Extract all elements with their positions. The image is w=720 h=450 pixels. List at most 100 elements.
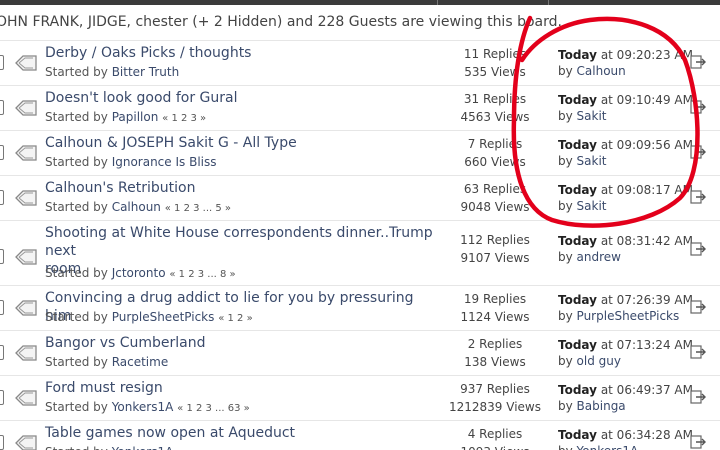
topic-title: Derby / Oaks Picks / thoughts [45, 45, 252, 61]
starter-user-link[interactable]: Yonkers1A [112, 445, 174, 450]
go-to-last-post-icon[interactable] [690, 54, 708, 70]
starter-user-link[interactable]: Calhoun [112, 200, 161, 214]
topic-title-link[interactable]: Doesn't look good for Gural [45, 89, 440, 107]
mark-read-icon[interactable] [0, 100, 4, 115]
started-by-label: Started by [45, 266, 108, 280]
topic-starter: Started by Papillon « 1 2 3 » [45, 110, 206, 124]
page-links[interactable]: « 1 2 3 ... 5 » [165, 203, 231, 214]
topic-stats: 19 Replies 1124 Views [435, 290, 555, 326]
last-post-day: Today [558, 338, 597, 352]
last-post-author: by Sakit [558, 108, 686, 124]
topic-title-link[interactable]: Ford must resign [45, 379, 440, 397]
mark-read-icon[interactable] [0, 55, 4, 70]
topic-title-link[interactable]: Bangor vs Cumberland [45, 334, 440, 352]
topic-stats: 112 Replies 9107 Views [435, 231, 555, 267]
topic-title: Calhoun's Retribution [45, 180, 196, 196]
mark-read-icon[interactable] [0, 190, 4, 205]
table-row: Calhoun & JOSEPH Sakit G - All Type Start… [0, 130, 720, 175]
last-post-day: Today [558, 183, 597, 197]
views-count: 1124 Views [460, 310, 530, 324]
views-count: 9048 Views [460, 200, 530, 214]
last-post-user-link[interactable]: Sakit [577, 199, 607, 213]
by-label: by [558, 64, 573, 78]
last-post-timestamp: at 09:10:49 AM [600, 93, 693, 107]
top-bar-divider [548, 0, 549, 5]
last-post-user-link[interactable]: Babinga [577, 399, 626, 413]
topic-title-link[interactable]: Table games now open at Aqueduct [45, 424, 440, 442]
last-post-time: Today at 09:10:49 AM [558, 92, 693, 108]
last-post-time: Today at 09:09:56 AM [558, 137, 693, 153]
topic-icon [13, 388, 39, 408]
go-to-last-post-icon[interactable] [690, 189, 708, 205]
starter-user-link[interactable]: Racetime [112, 355, 169, 369]
last-post-author: by andrew [558, 249, 686, 265]
topic-stats: 7 Replies 660 Views [435, 135, 555, 171]
last-post-user-link[interactable]: PurpleSheetPicks [577, 309, 680, 323]
board-viewers-line: OHN FRANK, JIDGE, chester (+ 2 Hidden) a… [0, 14, 720, 36]
topic-title-link[interactable]: Calhoun & JOSEPH Sakit G - All Type [45, 134, 440, 152]
mark-read-icon[interactable] [0, 345, 4, 360]
started-by-label: Started by [45, 400, 108, 414]
page-links[interactable]: « 1 2 3 ... 8 » [169, 269, 235, 280]
last-post-user-link[interactable]: old guy [577, 354, 621, 368]
started-by-label: Started by [45, 310, 108, 324]
last-post-timestamp: at 08:31:42 AM [600, 234, 693, 248]
mark-read-icon[interactable] [0, 249, 4, 264]
mark-read-icon[interactable] [0, 390, 4, 405]
page-links[interactable]: « 1 2 » [218, 313, 253, 324]
starter-user-link[interactable]: Papillon [112, 110, 159, 124]
by-label: by [558, 199, 573, 213]
go-to-last-post-icon[interactable] [690, 144, 708, 160]
go-to-last-post-icon[interactable] [690, 344, 708, 360]
last-post-author: by Sakit [558, 153, 686, 169]
last-post-user-link[interactable]: Sakit [577, 154, 607, 168]
table-row: Convincing a drug addict to lie for you … [0, 285, 720, 330]
last-post-day: Today [558, 93, 597, 107]
go-to-last-post-icon[interactable] [690, 389, 708, 405]
starter-user-link[interactable]: Bitter Truth [112, 65, 180, 79]
topic-title-link[interactable]: Calhoun's Retribution [45, 179, 440, 197]
by-label: by [558, 154, 573, 168]
starter-user-link[interactable]: Ignorance Is Bliss [112, 155, 217, 169]
go-to-last-post-icon[interactable] [690, 434, 708, 450]
last-post-time: Today at 09:20:23 AM [558, 47, 693, 63]
page-links[interactable]: « 1 2 3 » [162, 113, 206, 124]
table-row: Bangor vs Cumberland Started by Racetime 2… [0, 330, 720, 375]
topic-starter: Started by Jctoronto « 1 2 3 ... 8 » [45, 266, 236, 280]
table-row: Ford must resign Started by Yonkers1A « 1… [0, 375, 720, 420]
go-to-last-post-icon[interactable] [690, 299, 708, 315]
last-post-user-link[interactable]: Sakit [577, 109, 607, 123]
by-label: by [558, 250, 573, 264]
last-post-day: Today [558, 48, 597, 62]
last-post-user-link[interactable]: andrew [577, 250, 621, 264]
last-post-day: Today [558, 428, 597, 442]
go-to-last-post-icon[interactable] [690, 99, 708, 115]
go-to-last-post-icon[interactable] [690, 241, 708, 257]
views-count: 1093 Views [435, 443, 555, 450]
topic-stats: 63 Replies 9048 Views [435, 180, 555, 216]
topic-icon [13, 433, 39, 450]
starter-user-link[interactable]: Yonkers1A [112, 400, 174, 414]
started-by-label: Started by [45, 155, 108, 169]
last-post-user-link[interactable]: Yonkers1A [577, 444, 639, 450]
topic-icon [13, 143, 39, 163]
mark-read-icon[interactable] [0, 300, 4, 315]
starter-user-link[interactable]: PurpleSheetPicks [112, 310, 215, 324]
last-post-author: by old guy [558, 353, 686, 369]
topic-title: Doesn't look good for Gural [45, 90, 238, 106]
page-links[interactable]: « 1 2 3 ... 63 » [177, 403, 250, 414]
views-count: 9107 Views [460, 251, 530, 265]
views-count: 660 Views [464, 155, 526, 169]
last-post-time: Today at 07:26:39 AM [558, 292, 693, 308]
last-post-user-link[interactable]: Calhoun [577, 64, 626, 78]
starter-user-link[interactable]: Jctoronto [112, 266, 166, 280]
topic-icon [13, 53, 39, 73]
last-post-info: Today at 09:08:17 AM by Sakit [558, 182, 693, 214]
by-label: by [558, 109, 573, 123]
table-row: Calhoun's Retribution Started by Calhoun … [0, 175, 720, 220]
last-post-info: Today at 09:10:49 AM by Sakit [558, 92, 693, 124]
mark-read-icon[interactable] [0, 145, 4, 160]
topic-title-link[interactable]: Derby / Oaks Picks / thoughts [45, 44, 440, 62]
mark-read-icon[interactable] [0, 435, 4, 450]
last-post-info: Today at 09:20:23 AM by Calhoun [558, 47, 693, 79]
